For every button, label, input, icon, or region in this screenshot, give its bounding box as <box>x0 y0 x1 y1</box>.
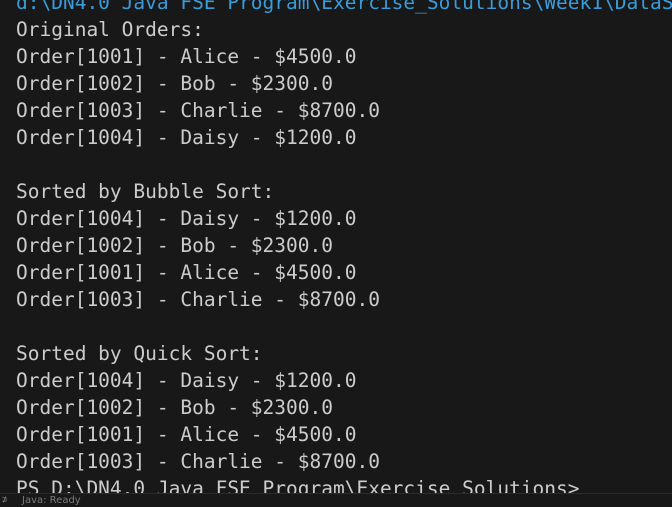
panel-bottom-strip: ⋣ Java: Ready <box>0 493 672 507</box>
resize-grip-icon[interactable]: ⋣ <box>2 496 16 504</box>
output-line: Order[1004] - Daisy - $1200.0 <box>16 126 357 149</box>
output-line: Order[1003] - Charlie - $8700.0 <box>16 450 380 473</box>
output-heading-bubble: Sorted by Bubble Sort: <box>16 180 275 203</box>
output-line: Order[1004] - Daisy - $1200.0 <box>16 369 357 392</box>
terminal-panel[interactable]: d:\DN4.0 Java FSE Program\Exercise_Solut… <box>0 0 672 507</box>
status-hint: Java: Ready <box>22 495 81 506</box>
terminal-output: d:\DN4.0 Java FSE Program\Exercise_Solut… <box>16 0 672 502</box>
output-heading-original: Original Orders: <box>16 18 204 41</box>
output-line: Order[1001] - Alice - $4500.0 <box>16 45 357 68</box>
output-line: Order[1001] - Alice - $4500.0 <box>16 423 357 446</box>
output-line: Order[1002] - Bob - $2300.0 <box>16 234 333 257</box>
output-line: Order[1003] - Charlie - $8700.0 <box>16 99 380 122</box>
output-line: Order[1002] - Bob - $2300.0 <box>16 396 333 419</box>
output-line: Order[1002] - Bob - $2300.0 <box>16 72 333 95</box>
command-line: d:\DN4.0 Java FSE Program\Exercise_Solut… <box>16 0 672 14</box>
output-line: Order[1001] - Alice - $4500.0 <box>16 261 357 284</box>
output-line: Order[1004] - Daisy - $1200.0 <box>16 207 357 230</box>
output-heading-quick: Sorted by Quick Sort: <box>16 342 263 365</box>
output-line: Order[1003] - Charlie - $8700.0 <box>16 288 380 311</box>
